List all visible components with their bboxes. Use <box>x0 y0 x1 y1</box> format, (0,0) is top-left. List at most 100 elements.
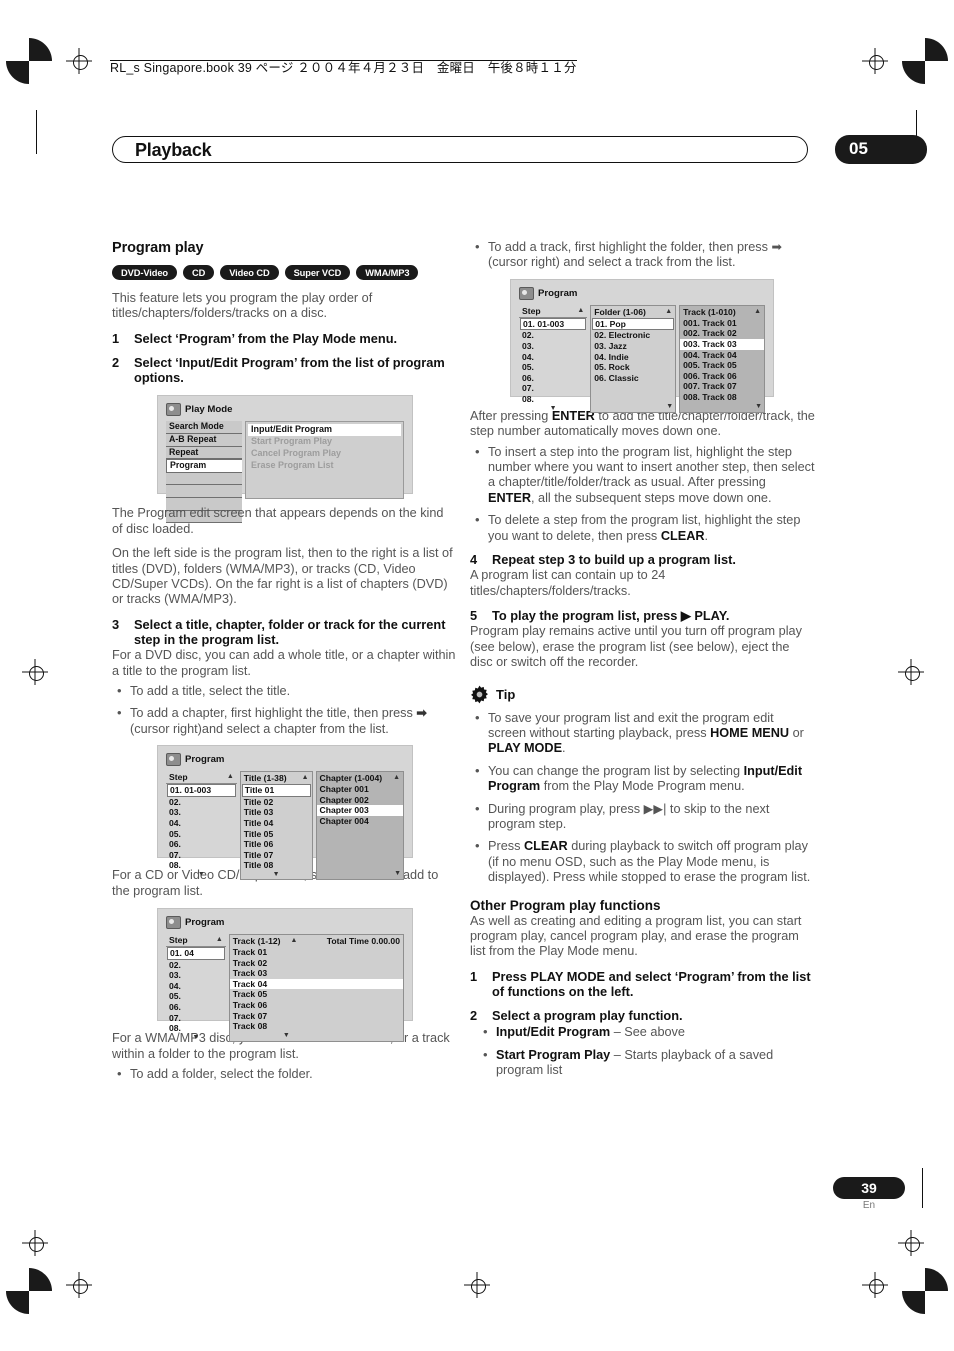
play-mode-option-input-edit-program[interactable]: Input/Edit Program <box>248 424 401 437</box>
disc-badge-super-vcd: Super VCD <box>284 265 351 280</box>
program-step-row[interactable]: 08. <box>519 394 587 405</box>
track-row[interactable]: Track 07 <box>230 1011 403 1022</box>
title-row[interactable]: Title 01 <box>241 784 311 797</box>
folder-row[interactable]: 06. Classic <box>591 373 675 384</box>
registration-mark-top-left <box>66 48 92 74</box>
program-step-row[interactable]: 05. <box>166 991 226 1002</box>
program-step-row[interactable]: 02. <box>166 797 237 808</box>
track-row[interactable]: Track 04 <box>229 978 403 990</box>
play-mode-option-cancel-program-play[interactable]: Cancel Program Play <box>248 448 401 460</box>
enter-bullet-list: To insert a step into the program list, … <box>470 444 815 544</box>
play-mode-item-program[interactable]: Program <box>166 459 242 473</box>
program-step-row[interactable]: 04. <box>519 352 587 363</box>
chapter-row[interactable]: Chapter 003 <box>316 805 404 817</box>
wma-track-pane[interactable]: Track (1-010) ▲ 001. Track 01 002. Track 0… <box>679 304 766 413</box>
track-row[interactable]: 003. Track 03 <box>680 339 765 350</box>
program-step-row[interactable]: 08. <box>166 860 237 871</box>
track-row[interactable]: 001. Track 01 <box>680 318 764 329</box>
folder-row[interactable]: 03. Jazz <box>591 341 675 352</box>
folder-row[interactable]: 04. Indie <box>591 352 675 363</box>
play-mode-option-list[interactable]: Input/Edit Program Start Program Play Canc… <box>245 421 404 500</box>
play-mode-item-a-b-repeat[interactable]: A-B Repeat <box>166 434 242 447</box>
registration-mark-bottom-left <box>66 1272 92 1298</box>
title-row[interactable]: Title 04 <box>241 818 312 829</box>
title-row[interactable]: Title 06 <box>241 839 312 850</box>
track-row[interactable]: Track 05 <box>230 989 403 1000</box>
cd-step-pane[interactable]: Step ▲ 01. 04 02. 03. 04. 05. 06. 07. 08. ▼ <box>166 934 226 1042</box>
dvd-step-pane[interactable]: Step ▲ 01. 01-003 02. 03. 04. 05. 06. 07. 08. ▼ <box>166 771 237 880</box>
registration-target-top-left <box>6 38 52 84</box>
wma-folder-scroll-down-icon[interactable]: ▼ <box>666 403 673 411</box>
dvd-step-scroll-down-icon[interactable]: ▼ <box>198 871 205 879</box>
track-row[interactable]: Track 03 <box>230 968 403 979</box>
folder-row[interactable]: 02. Electronic <box>591 330 675 341</box>
program-step-row[interactable]: 02. <box>519 330 587 341</box>
program-step-row[interactable]: 01. 01-003 <box>520 317 587 331</box>
cd-track-scroll-down-icon[interactable]: ▼ <box>283 1032 290 1040</box>
program-step-row[interactable]: 07. <box>166 850 237 861</box>
wma-folder-pane[interactable]: Folder (1-06) ▲ 01. Pop 02. Electronic 03. … <box>590 304 677 413</box>
program-step-row[interactable]: 07. <box>166 1013 226 1024</box>
program-step-row[interactable]: 02. <box>166 960 226 971</box>
wma-step-scroll-down-icon[interactable]: ▼ <box>550 405 557 413</box>
folder-row[interactable]: 01. Pop <box>592 317 675 331</box>
program-step-row[interactable]: 07. <box>519 383 587 394</box>
title-row[interactable]: Title 02 <box>241 797 312 808</box>
program-step-row[interactable]: 04. <box>166 981 226 992</box>
step-3-text: Select a title, chapter, folder or track… <box>134 616 446 648</box>
track-row[interactable]: 007. Track 07 <box>680 381 764 392</box>
wma-track-scroll-down-icon[interactable]: ▼ <box>755 403 762 411</box>
chapter-row[interactable]: Chapter 002 <box>317 795 403 806</box>
disc-type-badge-list: DVD-Video CD Video CD Super VCD WMA/MP3 <box>112 265 457 280</box>
track-row[interactable]: 004. Track 04 <box>680 350 764 361</box>
registration-mark-bottom-right <box>862 1272 888 1298</box>
program-step-row[interactable]: 06. <box>166 1002 226 1013</box>
program-step-row[interactable]: 01. 01-003 <box>167 784 236 797</box>
program-step-row[interactable]: 05. <box>519 362 587 373</box>
dvd-title-pane[interactable]: Title (1-38) ▲ Title 01 Title 02 Title 03 Ti… <box>239 771 313 881</box>
chapter-row[interactable]: Chapter 001 <box>317 784 403 795</box>
step-2: 2 Select ‘Input/Edit Program’ from the l… <box>112 355 457 385</box>
chapter-row[interactable]: Chapter 004 <box>317 816 403 827</box>
play-mode-option-start-program-play[interactable]: Start Program Play <box>248 436 401 448</box>
track-row[interactable]: Track 08 <box>230 1021 403 1032</box>
track-row[interactable]: 005. Track 05 <box>680 360 764 371</box>
program-step-row[interactable]: 06. <box>166 839 237 850</box>
dvd-chapter-pane[interactable]: Chapter (1-004) ▲ Chapter 001 Chapter 002 C… <box>315 771 405 881</box>
program-step-row[interactable]: 03. <box>519 341 587 352</box>
track-row[interactable]: 006. Track 06 <box>680 371 764 382</box>
osd-cd-panes: Step ▲ 01. 04 02. 03. 04. 05. 06. 07. 08. ▼ Trac… <box>166 934 404 1042</box>
program-step-row[interactable]: 03. <box>166 970 226 981</box>
list-item: To add a folder, select the folder. <box>112 1066 457 1082</box>
track-row[interactable]: 002. Track 02 <box>680 328 764 339</box>
list-item: To add a track, first highlight the fold… <box>470 239 815 271</box>
program-step-row[interactable]: 06. <box>519 373 587 384</box>
play-mode-option-erase-program-list[interactable]: Erase Program List <box>248 460 401 472</box>
program-step-row[interactable]: 05. <box>166 829 237 840</box>
folder-row[interactable]: 05. Rock <box>591 362 675 373</box>
program-step-row[interactable]: 01. 04 <box>167 947 225 960</box>
cd-track-pane[interactable]: Track (1-12) ▲ Total Time 0.00.00 Track … <box>228 934 404 1042</box>
dvd-title-scroll-down-icon[interactable]: ▼ <box>273 871 280 879</box>
other-step-1: 1 Press PLAY MODE and select ‘Program’ f… <box>470 969 815 999</box>
list-item: Input/Edit Program – See above <box>478 1024 815 1040</box>
track-row[interactable]: Track 01 <box>230 947 403 958</box>
track-row[interactable]: 008. Track 08 <box>680 392 764 403</box>
title-row[interactable]: Title 08 <box>241 860 312 871</box>
wma-step-pane[interactable]: Step ▲ 01. 01-003 02. 03. 04. 05. 06. 07. 08. ▼ <box>519 305 588 413</box>
dvd-chapter-scroll-down-icon[interactable]: ▼ <box>394 870 401 878</box>
track-row[interactable]: Track 06 <box>230 1000 403 1011</box>
title-row[interactable]: Title 05 <box>241 829 312 840</box>
step-4-body: A program list can contain up to 24 titl… <box>470 568 666 598</box>
title-row[interactable]: Title 03 <box>241 807 312 818</box>
play-mode-item-repeat[interactable]: Repeat <box>166 446 242 460</box>
disc-icon <box>519 286 534 300</box>
title-row[interactable]: Title 07 <box>241 850 312 861</box>
program-step-row[interactable]: 03. <box>166 807 237 818</box>
osd-play-mode-header: Play Mode <box>166 403 404 417</box>
play-mode-item-search-mode[interactable]: Search Mode <box>166 421 242 435</box>
track-row[interactable]: Track 02 <box>230 958 403 969</box>
registration-target-bottom-right <box>902 1268 948 1314</box>
wma-bullet-list: To add a folder, select the folder. <box>112 1066 457 1082</box>
program-step-row[interactable]: 04. <box>166 818 237 829</box>
